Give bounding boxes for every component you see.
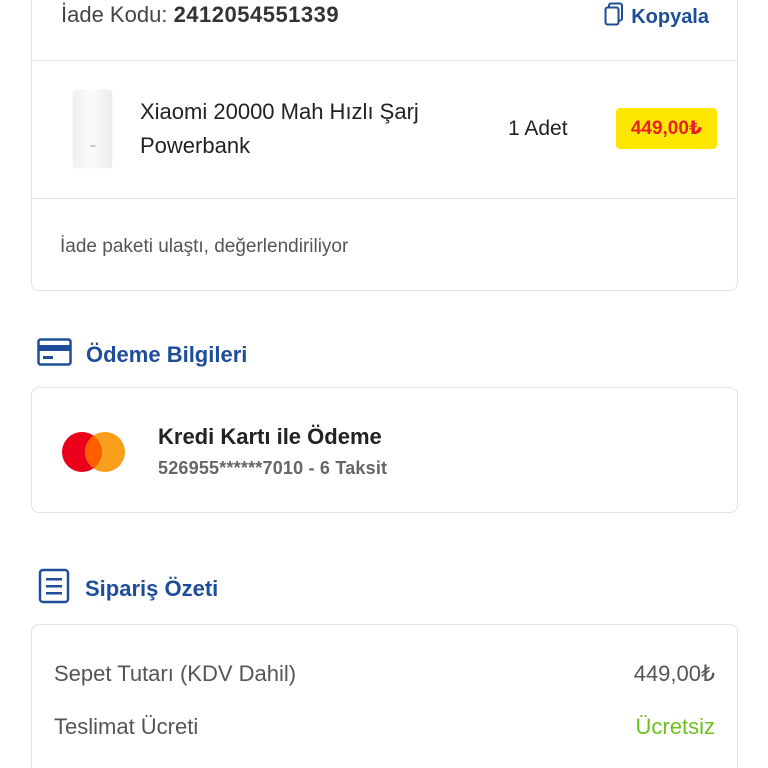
payment-card: Kredi Kartı ile Ödeme 526955******7010 -… <box>31 387 738 513</box>
copy-button[interactable]: Kopyala <box>604 2 709 32</box>
product-price: 449,00₺ <box>616 108 717 149</box>
payment-section-title: Ödeme Bilgileri <box>37 337 247 373</box>
delivery-fee-row: Teslimat Ücreti Ücretsiz <box>54 714 715 740</box>
return-status: İade paketi ulaştı, değerlendiriliyor <box>60 236 349 257</box>
product-name: Xiaomi 20000 Mah Hızlı Şarj Powerbank <box>140 99 419 158</box>
return-code-value: 2412054551339 <box>173 2 340 27</box>
delivery-fee-label: Teslimat Ücreti <box>54 714 199 739</box>
basket-total-row: Sepet Tutarı (KDV Dahil) 449,00₺ <box>54 661 715 687</box>
delivery-fee-value: Ücretsiz <box>635 714 715 739</box>
return-code: İade Kodu: 2412054551339 <box>61 2 339 28</box>
product-image <box>73 90 112 168</box>
copy-icon <box>604 2 624 32</box>
basket-total-label: Sepet Tutarı (KDV Dahil) <box>54 661 297 686</box>
copy-label: Kopyala <box>631 5 709 28</box>
basket-total-value: 449,00₺ <box>633 661 715 686</box>
product-quantity: 1 Adet <box>508 117 568 140</box>
return-code-row: İade Kodu: 2412054551339 Kopyala <box>32 0 737 61</box>
mastercard-logo <box>61 431 127 478</box>
credit-card-icon <box>37 337 72 373</box>
document-list-icon <box>37 568 71 610</box>
payment-method: Kredi Kartı ile Ödeme <box>158 424 382 449</box>
summary-section-title: Sipariş Özeti <box>37 568 218 610</box>
summary-title: Sipariş Özeti <box>85 576 219 601</box>
return-code-label: İade Kodu: <box>61 2 168 27</box>
return-card: İade Kodu: 2412054551339 Kopyala Xiaomi … <box>31 0 738 291</box>
card-info: 526955******7010 - 6 Taksit <box>158 458 388 478</box>
product-row[interactable]: Xiaomi 20000 Mah Hızlı Şarj Powerbank 1 … <box>32 61 737 199</box>
summary-card: Sepet Tutarı (KDV Dahil) 449,00₺ Teslima… <box>31 624 738 768</box>
payment-title: Ödeme Bilgileri <box>86 342 248 367</box>
